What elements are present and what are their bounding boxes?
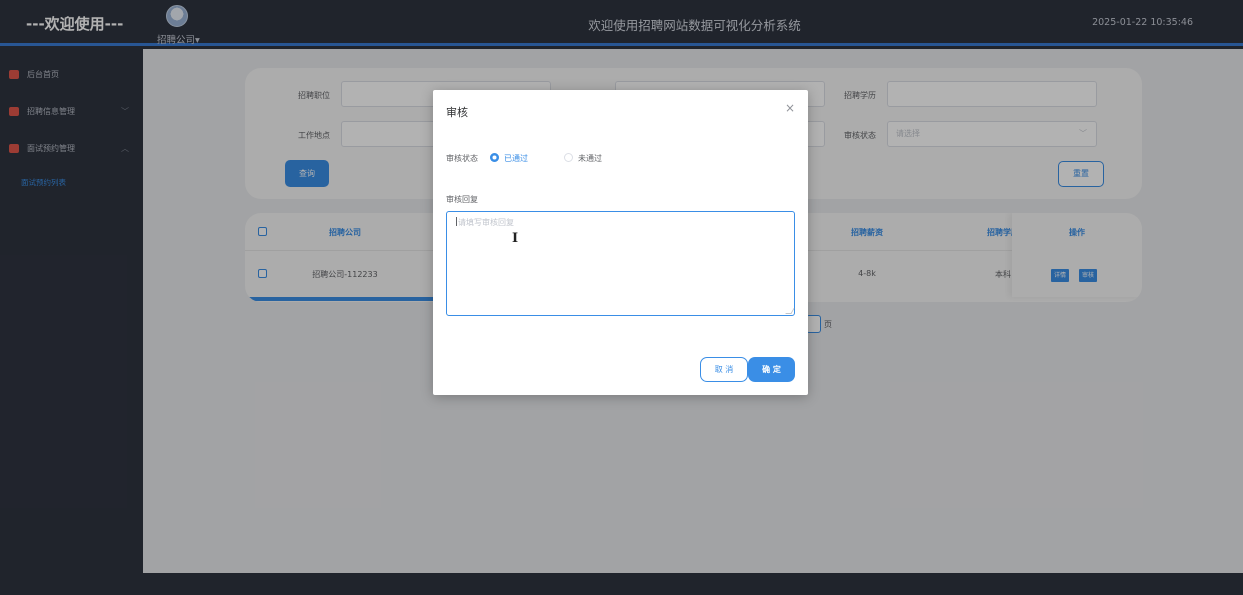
audit-dialog: 审核 × 审核状态 已通过 未通过 审核回复 请填写审核回复 I 取 消 确 定 xyxy=(433,90,808,395)
radio-checked-icon xyxy=(490,153,499,162)
text-caret xyxy=(456,217,457,226)
cancel-button[interactable]: 取 消 xyxy=(700,357,748,382)
radio-label: 未通过 xyxy=(578,154,602,163)
radio-approved[interactable]: 已通过 xyxy=(490,153,528,164)
resize-handle-icon[interactable] xyxy=(785,308,795,314)
audit-status-label: 审核状态 xyxy=(446,154,478,163)
radio-unchecked-icon xyxy=(564,153,573,162)
audit-reply-textarea[interactable]: 请填写审核回复 I xyxy=(446,211,795,316)
radio-label: 已通过 xyxy=(504,154,528,163)
ibeam-cursor-icon: I xyxy=(512,231,519,246)
dialog-title: 审核 xyxy=(446,106,468,119)
reply-placeholder: 请填写审核回复 xyxy=(458,218,514,227)
close-icon[interactable]: × xyxy=(785,101,795,115)
confirm-button[interactable]: 确 定 xyxy=(748,357,795,382)
audit-reply-label: 审核回复 xyxy=(446,195,478,204)
radio-rejected[interactable]: 未通过 xyxy=(564,153,602,164)
